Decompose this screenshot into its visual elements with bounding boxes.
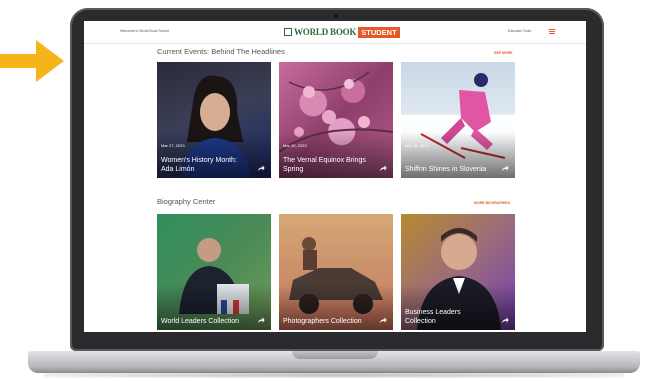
share-icon[interactable] [501,316,509,324]
educator-tools-link[interactable]: Educator Tools [508,29,531,33]
card-title: The Vernal Equinox Brings Spring [283,157,366,173]
card-title: World Leaders Collection [161,317,240,325]
logo-text: WORLD BOOK [294,27,357,37]
share-icon[interactable] [257,164,265,172]
card-date: Mar 16, 2023 [405,143,429,148]
logo-mark-icon [284,28,292,36]
browser-screen: Welcome to World Book School WORLD BOOK … [84,21,586,332]
camera [334,14,338,18]
section-title-current-events: Current Events: Behind The Headlines [157,47,285,56]
see-more-link[interactable]: SEE MORE [494,51,512,55]
pointer-arrow-icon [0,40,64,82]
logo-badge: STUDENT [358,26,400,38]
card-ada-limon[interactable]: Mar 27, 2023 Women's History Month: Ada … [157,62,271,178]
card-date: Mar 20, 2023 [283,143,307,148]
card-business-leaders[interactable]: Business Leaders Collection [401,214,515,330]
card-title: Women's History Month: Ada Limón [161,157,237,173]
share-icon[interactable] [379,164,387,172]
card-title: Photographers Collection [283,317,362,325]
share-icon[interactable] [257,316,265,324]
share-icon[interactable] [501,164,509,172]
card-vernal-equinox[interactable]: Mar 20, 2023 The Vernal Equinox Brings S… [279,62,393,178]
laptop-shadow [44,372,624,378]
school-name: Welcome to World Book School [120,29,170,33]
menu-icon[interactable] [549,29,555,34]
card-title: Shiffrin Shines in Slovenia [405,165,487,173]
more-biographies-link[interactable]: MORE BIOGRAPHIES [474,201,510,205]
card-world-leaders[interactable]: World Leaders Collection [157,214,271,330]
card-shiffrin[interactable]: Mar 16, 2023 Shiffrin Shines in Slovenia [401,62,515,178]
laptop-notch [292,351,378,359]
card-date: Mar 27, 2023 [161,143,185,148]
top-bar: Welcome to World Book School WORLD BOOK … [84,21,586,44]
world-book-logo[interactable]: WORLD BOOK STUDENT [284,26,400,38]
card-title: Business Leaders Collection [405,309,461,325]
section-title-biography-center: Biography Center [157,197,216,206]
card-photographers[interactable]: Photographers Collection [279,214,393,330]
share-icon[interactable] [379,316,387,324]
